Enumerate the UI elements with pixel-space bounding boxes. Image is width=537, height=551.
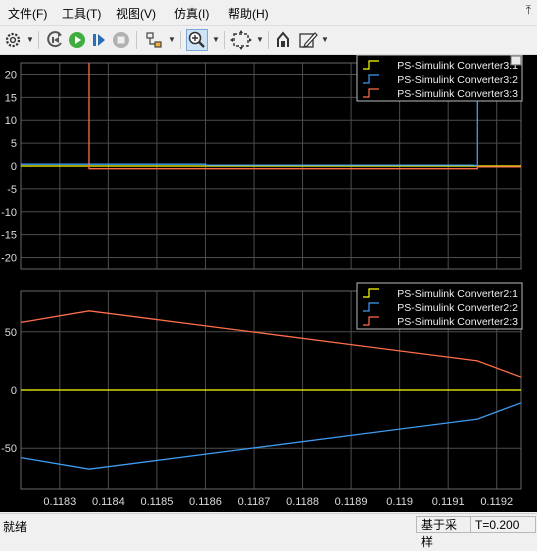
legend-entry: PS-Simulink Converter3:2 (397, 74, 518, 86)
y-tick-label: 5 (11, 138, 17, 150)
scope-plot-area: -20 -15 -10 -5 0 5 10 15 20 PS-Simulink Converter… (0, 54, 537, 512)
x-tick-label: 0.1191 (432, 496, 465, 508)
menu-tools[interactable]: 工具(T) (62, 5, 101, 22)
gear-icon[interactable] (4, 29, 22, 51)
y-tick-label: 10 (5, 115, 17, 127)
step-forward-icon[interactable] (90, 29, 108, 51)
y-tick-label: 20 (5, 69, 17, 81)
series-line-2 (21, 402, 521, 470)
legend-entry: PS-Simulink Converter3:3 (397, 88, 518, 100)
fit-axes-icon[interactable] (230, 29, 252, 51)
status-bar: 就绪 基于采样 T=0.200 (0, 513, 537, 549)
legend-entry: PS-Simulink Converter2:2 (397, 302, 518, 314)
y-tick-label: -5 (7, 184, 17, 196)
legend-entry: PS-Simulink Converter2:3 (397, 316, 518, 328)
y-tick-label: 0 (11, 161, 17, 173)
x-tick-label: 0.119 (386, 496, 413, 508)
x-tick-label: 0.1186 (189, 496, 222, 508)
y-tick-label: -50 (1, 443, 17, 455)
stop-icon[interactable] (112, 29, 130, 51)
x-tick-label: 0.1185 (141, 496, 174, 508)
y-tick-label: -20 (1, 253, 17, 265)
menu-simulation[interactable]: 仿真(I) (174, 5, 209, 22)
sim-time-readout: T=0.200 (470, 516, 536, 533)
x-tick-label: 0.1183 (43, 496, 76, 508)
menu-help[interactable]: 帮助(H) (228, 5, 269, 22)
legend-entry: PS-Simulink Converter3:1 (397, 60, 518, 72)
scope-plots[interactable]: -20-15-10-505101520PS-Simulink Converter… (0, 54, 537, 512)
status-text: 就绪 (3, 520, 28, 534)
highlight-icon[interactable] (144, 29, 164, 51)
axes-panel-1: -20 -15 -10 -5 0 5 10 15 20 PS-Simulink Converter… (1, 54, 523, 270)
rewind-icon[interactable] (46, 29, 64, 51)
edit-dropdown-icon[interactable]: ▼ (321, 35, 329, 44)
edit-icon[interactable] (298, 29, 318, 51)
x-tick-label: 0.1184 (92, 496, 125, 508)
style-icon[interactable] (274, 29, 292, 51)
y-tick-label: 15 (5, 92, 17, 104)
run-icon[interactable] (68, 29, 86, 51)
zoom-icon[interactable] (186, 29, 208, 51)
y-tick-label: 0 (11, 385, 17, 397)
legend-undock-icon (510, 55, 522, 66)
x-tick-label: 0.1192 (480, 496, 513, 508)
settings-dropdown-icon[interactable]: ▼ (26, 35, 34, 44)
legend-entry: PS-Simulink Converter2:1 (397, 288, 518, 300)
axes-panel-2: -50 0 50 0.1183 0.1184 0.1185 0.1186 0.1187 0.11… (1, 282, 523, 508)
zoom-dropdown-icon[interactable]: ▼ (212, 35, 220, 44)
pin-icon[interactable]: ⤒ (526, 3, 531, 18)
legend: PS-Simulink Converter3:1 PS-Simulink Conv… (356, 54, 523, 102)
x-tick-label: 0.1187 (238, 496, 271, 508)
sample-mode-badge: 基于采样 (416, 516, 472, 549)
y-tick-label: -15 (1, 230, 17, 242)
highlight-dropdown-icon[interactable]: ▼ (168, 35, 176, 44)
x-tick-label: 0.1188 (286, 496, 319, 508)
y-tick-label: 50 (5, 327, 17, 339)
menu-view[interactable]: 视图(V) (116, 5, 156, 22)
menu-file[interactable]: 文件(F) (8, 5, 47, 22)
legend: PS-Simulink Converter2:1 PS-Simulink Conv… (356, 282, 523, 330)
x-tick-label: 0.1189 (335, 496, 368, 508)
fit-dropdown-icon[interactable]: ▼ (256, 35, 264, 44)
toolbar: ▼ ▼ ▼ ▼ ▼ (0, 25, 537, 55)
y-tick-label: -10 (1, 207, 17, 219)
menu-bar: 文件(F) 工具(T) 视图(V) 仿真(I) 帮助(H) ⤒ (0, 0, 537, 24)
